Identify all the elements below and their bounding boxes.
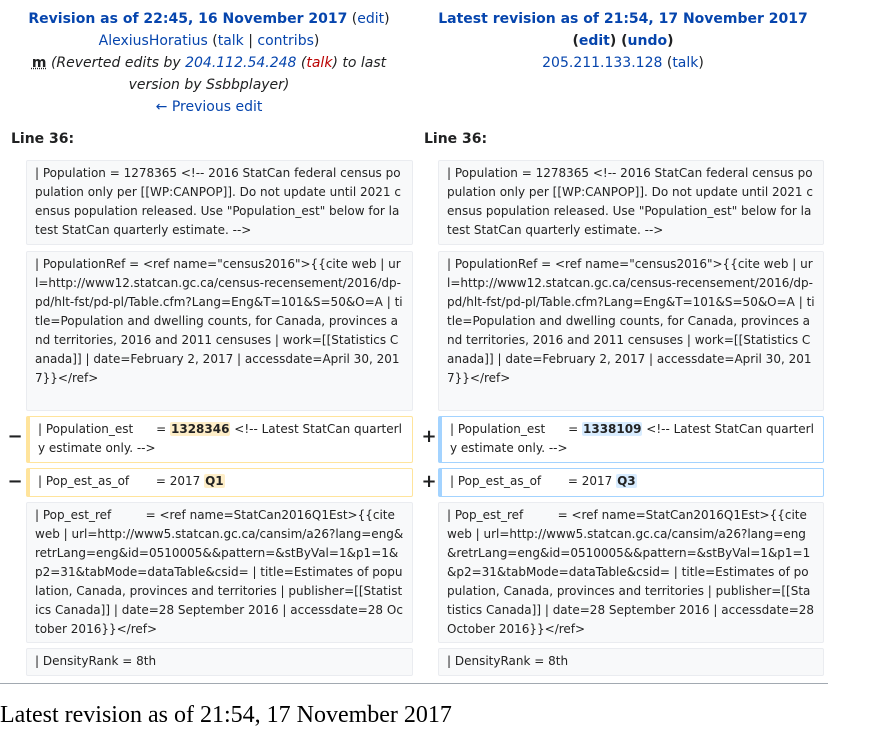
old-user-talk-link[interactable]: talk: [218, 33, 244, 49]
new-context-density: | DensityRank = 8th: [438, 648, 824, 676]
summary-talk-link[interactable]: talk: [306, 55, 332, 71]
new-context-popref: | PopulationRef = <ref name="census2016"…: [438, 251, 824, 411]
old-deleted-popest: | Population_est = 1328346 <!-- Latest S…: [26, 416, 413, 463]
old-edit-link[interactable]: edit: [357, 11, 384, 27]
edit-summary-prefix: (Reverted edits by: [50, 55, 181, 71]
new-line-number: Line 36:: [424, 131, 488, 147]
old-deleted-popasof: | Pop_est_as_of = 2017 Q1: [26, 468, 413, 497]
deleted-value-highlight: Q1: [204, 474, 225, 488]
old-context-density: | DensityRank = 8th: [26, 648, 413, 676]
popasof-prefix: | Pop_est_as_of = 2017: [38, 474, 205, 488]
diff-separator: [0, 683, 828, 684]
old-context-population: | Population = 1278365 <!-- 2016 StatCan…: [26, 160, 413, 245]
deleted-value-highlight: 1328346: [170, 422, 231, 436]
minor-edit-flag: m: [31, 55, 47, 71]
undo-link[interactable]: undo: [628, 33, 668, 49]
new-context-popestref: | Pop_est_ref = <ref name=StatCan2016Q1E…: [438, 502, 824, 643]
new-revision-header: Latest revision as of 21:54, 17 November…: [438, 11, 808, 71]
popest-prefix: | Population_est =: [38, 422, 170, 436]
revision-heading: Latest revision as of 21:54, 17 November…: [0, 702, 452, 728]
old-revision-title-link[interactable]: Revision as of 22:45, 16 November 2017: [28, 11, 347, 27]
deleted-line-marker: −: [7, 471, 23, 492]
popasof-prefix: | Pop_est_as_of = 2017: [450, 474, 617, 488]
new-added-popest: | Population_est = 1338109 <!-- Latest S…: [438, 416, 824, 463]
old-context-popref: | PopulationRef = <ref name="census2016"…: [26, 251, 413, 411]
deleted-line-marker: −: [7, 426, 23, 447]
new-added-popasof: | Pop_est_as_of = 2017 Q3: [438, 468, 824, 497]
old-user-contribs-link[interactable]: contribs: [257, 33, 313, 49]
added-value-highlight: 1338109: [582, 422, 643, 436]
old-context-popestref: | Pop_est_ref = <ref name=StatCan2016Q1E…: [26, 502, 413, 643]
new-user-link[interactable]: 205.211.133.128: [542, 55, 662, 71]
popest-prefix: | Population_est =: [450, 422, 582, 436]
previous-edit-link[interactable]: ← Previous edit: [156, 99, 263, 115]
new-context-population: | Population = 1278365 <!-- 2016 StatCan…: [438, 160, 824, 245]
old-user-link[interactable]: AlexiusHoratius: [99, 33, 208, 49]
summary-ip-link[interactable]: 204.112.54.248: [185, 55, 296, 71]
new-revision-title-link[interactable]: Latest revision as of 21:54, 17 November…: [438, 11, 808, 27]
added-line-marker: +: [421, 426, 437, 447]
old-line-number: Line 36:: [11, 131, 75, 147]
added-value-highlight: Q3: [616, 474, 637, 488]
added-line-marker: +: [421, 471, 437, 492]
old-revision-header: Revision as of 22:45, 16 November 2017 (…: [28, 11, 390, 115]
new-edit-link[interactable]: edit: [579, 33, 610, 49]
new-user-talk-link[interactable]: talk: [672, 55, 698, 71]
